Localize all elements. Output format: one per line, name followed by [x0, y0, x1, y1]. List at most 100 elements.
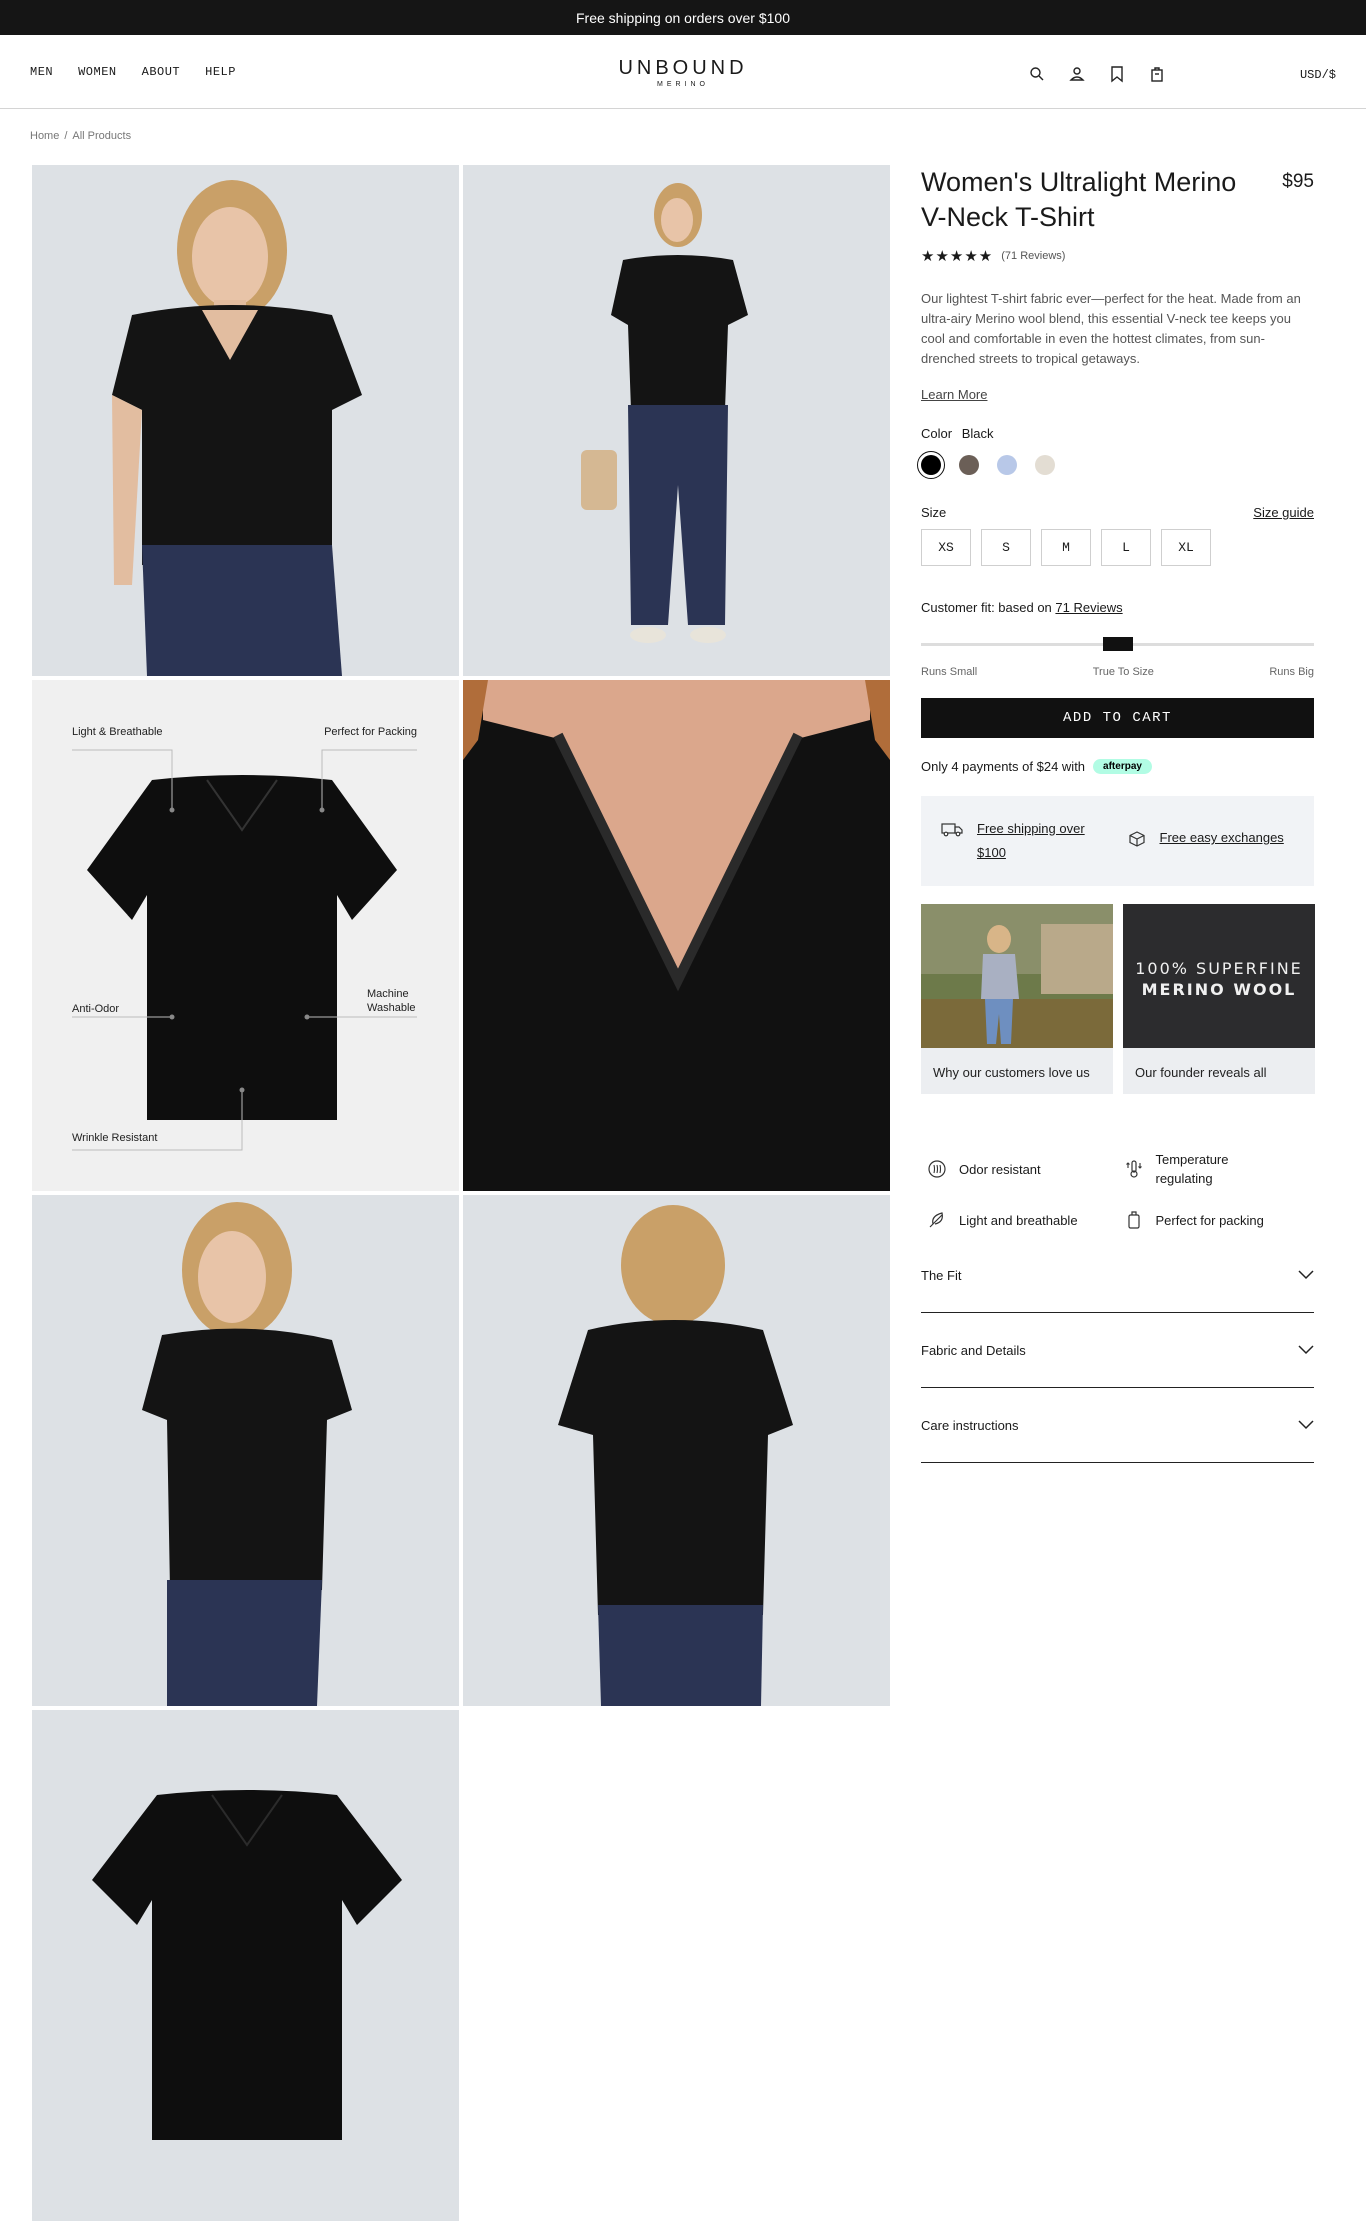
- odor-resistant-icon: [927, 1159, 947, 1179]
- gallery-image-back[interactable]: [463, 1195, 890, 1706]
- promo-founder-text-line1: 100% SUPERFINE: [1135, 959, 1303, 978]
- callout-wrinkle: Wrinkle Resistant: [72, 1132, 157, 1144]
- add-to-cart-button[interactable]: ADD TO CART: [921, 698, 1314, 738]
- logo-main: UNBOUND: [618, 57, 748, 79]
- gallery-image-neckline-detail[interactable]: [463, 680, 890, 1191]
- gallery-image-full-body[interactable]: [463, 165, 890, 676]
- fit-label-small: Runs Small: [921, 666, 978, 678]
- feature-temperature: Temperature regulating: [1118, 1150, 1315, 1188]
- main-nav: MEN WOMEN ABOUT HELP: [30, 65, 236, 79]
- size-s-button[interactable]: S: [981, 529, 1031, 566]
- callout-odor: Anti-Odor: [72, 1003, 119, 1015]
- promo-cards: Why our customers love us 100% SUPERFINE…: [921, 904, 1315, 1094]
- logo-sub: MERINO: [657, 81, 709, 88]
- feather-icon: [927, 1210, 947, 1230]
- accordion-list: The Fit Fabric and Details Care instruct…: [921, 1238, 1314, 1463]
- nav-men[interactable]: MEN: [30, 65, 53, 79]
- swatch-cream[interactable]: [1035, 455, 1055, 475]
- search-icon[interactable]: [1028, 65, 1046, 83]
- announcement-bar: Free shipping on orders over $100: [0, 0, 1366, 35]
- promo-founder-image: 100% SUPERFINE MERINO WOOL: [1123, 904, 1315, 1048]
- size-header: Size Size guide: [921, 505, 1314, 520]
- promo-customers-love[interactable]: Why our customers love us: [921, 904, 1113, 1094]
- size-l-button[interactable]: L: [1101, 529, 1151, 566]
- nav-women[interactable]: WOMEN: [78, 65, 117, 79]
- breadcrumb: Home / All Products: [30, 130, 132, 142]
- feature-odor: Odor resistant: [921, 1150, 1118, 1188]
- size-guide-link[interactable]: Size guide: [1253, 505, 1314, 520]
- feature-light: Light and breathable: [921, 1210, 1118, 1230]
- accordion-fabric[interactable]: Fabric and Details: [921, 1313, 1314, 1388]
- fit-label-big: Runs Big: [1269, 666, 1314, 678]
- free-shipping-link[interactable]: Free shipping over $100: [977, 817, 1108, 865]
- fit-labels: Runs Small True To Size Runs Big: [921, 666, 1314, 678]
- gallery-image-side-angle[interactable]: [32, 1195, 459, 1706]
- color-value: Black: [961, 426, 994, 441]
- size-xl-button[interactable]: XL: [1161, 529, 1211, 566]
- accordion-the-fit[interactable]: The Fit: [921, 1238, 1314, 1313]
- review-count[interactable]: (71 Reviews): [1001, 250, 1065, 262]
- afterpay-text: Only 4 payments of $24 with: [921, 759, 1086, 774]
- callout-packing: Perfect for Packing: [324, 726, 417, 738]
- star-rating-icon: ★★★★★: [921, 248, 994, 265]
- accordion-care-label: Care instructions: [921, 1417, 1019, 1433]
- accordion-care[interactable]: Care instructions: [921, 1388, 1314, 1463]
- thermometer-icon: [1124, 1159, 1144, 1179]
- feature-odor-label: Odor resistant: [959, 1161, 1041, 1177]
- rating-row[interactable]: ★★★★★ (71 Reviews): [921, 247, 1314, 265]
- promo-founder[interactable]: 100% SUPERFINE MERINO WOOL Our founder r…: [1123, 904, 1315, 1094]
- gallery-image-flat-lay[interactable]: [32, 1710, 459, 2221]
- fit-reviews-link[interactable]: 71 Reviews: [1055, 600, 1122, 615]
- learn-more-link[interactable]: Learn More: [921, 387, 987, 402]
- chevron-down-icon: [1298, 1268, 1314, 1283]
- logo[interactable]: UNBOUND MERINO: [618, 57, 747, 88]
- promo-founder-text-line2: MERINO WOOL: [1142, 980, 1297, 999]
- breadcrumb-all-products[interactable]: All Products: [72, 130, 131, 142]
- fit-indicator: [1102, 637, 1133, 651]
- accordion-fabric-label: Fabric and Details: [921, 1342, 1026, 1358]
- luggage-icon: [1124, 1210, 1144, 1230]
- callout-light: Light & Breathable: [72, 726, 163, 738]
- product-description: Our lightest T-shirt fabric ever—perfect…: [921, 291, 1301, 366]
- cart-icon[interactable]: [1148, 65, 1166, 83]
- size-label: Size: [921, 505, 947, 520]
- truck-icon: [941, 817, 963, 845]
- color-selector-label: Color Black: [921, 426, 1314, 441]
- site-header: MEN WOMEN ABOUT HELP UNBOUND MERINO USD/…: [0, 35, 1366, 109]
- breadcrumb-home[interactable]: Home: [30, 130, 59, 142]
- size-xs-button[interactable]: XS: [921, 529, 971, 566]
- fit-scale: [921, 637, 1314, 651]
- fit-text: Customer fit: based on: [921, 600, 1052, 615]
- feature-light-label: Light and breathable: [959, 1212, 1078, 1228]
- gallery-image-front-closeup[interactable]: [32, 165, 459, 676]
- shipping-info-box: Free shipping over $100 Free easy exchan…: [921, 796, 1314, 886]
- nav-about[interactable]: ABOUT: [142, 65, 181, 79]
- bookmark-icon[interactable]: [1108, 65, 1126, 83]
- product-panel: Women's Ultralight Merino V-Neck T-Shirt…: [917, 165, 1315, 1463]
- color-label: Color: [921, 426, 953, 441]
- currency-selector[interactable]: USD/$: [1300, 68, 1336, 82]
- free-exchanges-item[interactable]: Free easy exchanges: [1128, 826, 1295, 856]
- feature-packing: Perfect for packing: [1118, 1210, 1315, 1230]
- swatch-black[interactable]: [917, 451, 945, 479]
- free-exchanges-link[interactable]: Free easy exchanges: [1160, 826, 1284, 850]
- free-shipping-item[interactable]: Free shipping over $100: [941, 817, 1108, 865]
- afterpay-badge[interactable]: afterpay: [1093, 759, 1152, 774]
- product-title: Women's Ultralight Merino V-Neck T-Shirt: [921, 167, 1237, 232]
- accordion-the-fit-label: The Fit: [921, 1267, 962, 1283]
- nav-help[interactable]: HELP: [205, 65, 236, 79]
- gallery-image-features-infographic[interactable]: Light & Breathable Perfect for Packing A…: [32, 680, 459, 1191]
- chevron-down-icon: [1298, 1418, 1314, 1433]
- announcement-text: Free shipping on orders over $100: [575, 9, 791, 26]
- callout-machine-line1: Machine: [367, 988, 409, 1000]
- callout-machine-line2: Washable: [367, 1002, 416, 1014]
- size-m-button[interactable]: M: [1041, 529, 1091, 566]
- feature-packing-label: Perfect for packing: [1155, 1212, 1264, 1228]
- product-price: $95: [1282, 171, 1314, 192]
- fit-label-true: True To Size: [1092, 666, 1154, 678]
- account-icon[interactable]: [1068, 65, 1086, 83]
- swatch-light-blue[interactable]: [997, 455, 1017, 475]
- afterpay-row: Only 4 payments of $24 with afterpay: [921, 759, 1314, 774]
- feature-temperature-label: Temperature regulating: [1155, 1152, 1229, 1186]
- swatch-brown[interactable]: [959, 455, 979, 475]
